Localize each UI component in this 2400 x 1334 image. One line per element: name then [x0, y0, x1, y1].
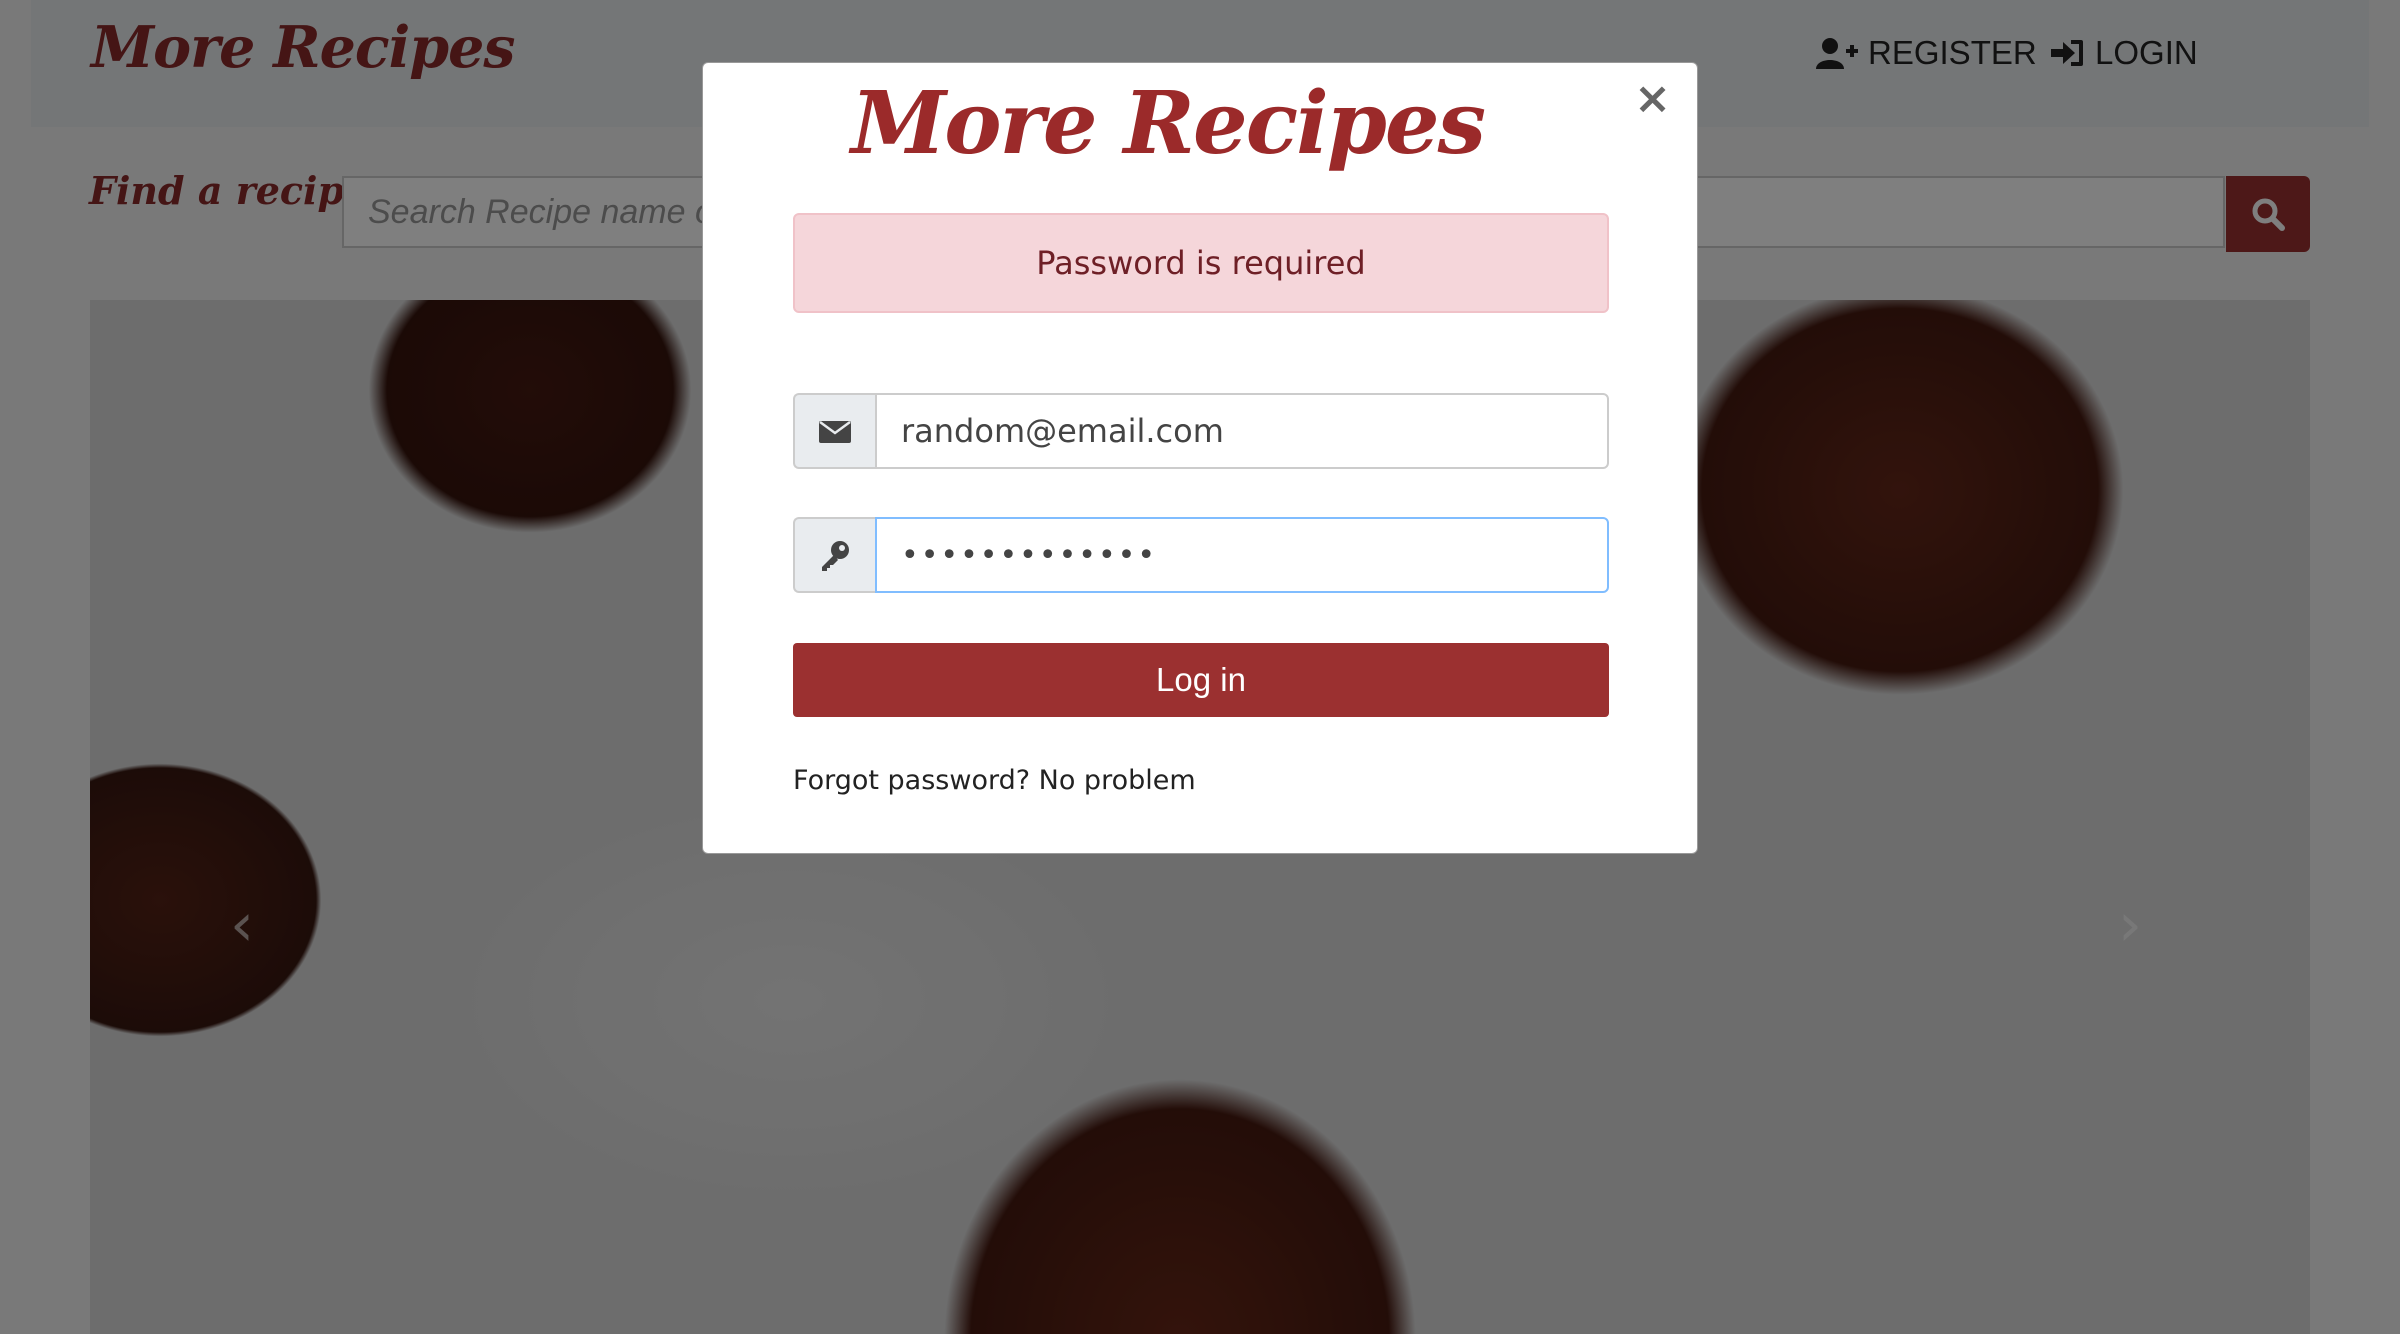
page: More Recipes REGISTER LOGIN Find a recip… [0, 0, 2400, 1334]
password-input-group [793, 517, 1609, 593]
close-icon[interactable]: × [1634, 73, 1671, 124]
forgot-password-link[interactable]: Forgot password? No problem [793, 765, 1196, 796]
login-modal: × More Recipes Password is required rand… [702, 62, 1698, 854]
password-addon [793, 517, 875, 593]
envelope-icon [819, 420, 851, 443]
email-field[interactable] [875, 393, 1609, 469]
login-button[interactable]: Log in [793, 643, 1609, 717]
error-alert: Password is required [793, 213, 1609, 313]
email-addon [793, 393, 875, 469]
modal-brand: More Recipes [851, 73, 1486, 174]
password-field[interactable] [875, 517, 1609, 593]
email-input-group [793, 393, 1609, 469]
error-alert-text: Password is required [1036, 244, 1366, 282]
key-icon [822, 541, 849, 571]
